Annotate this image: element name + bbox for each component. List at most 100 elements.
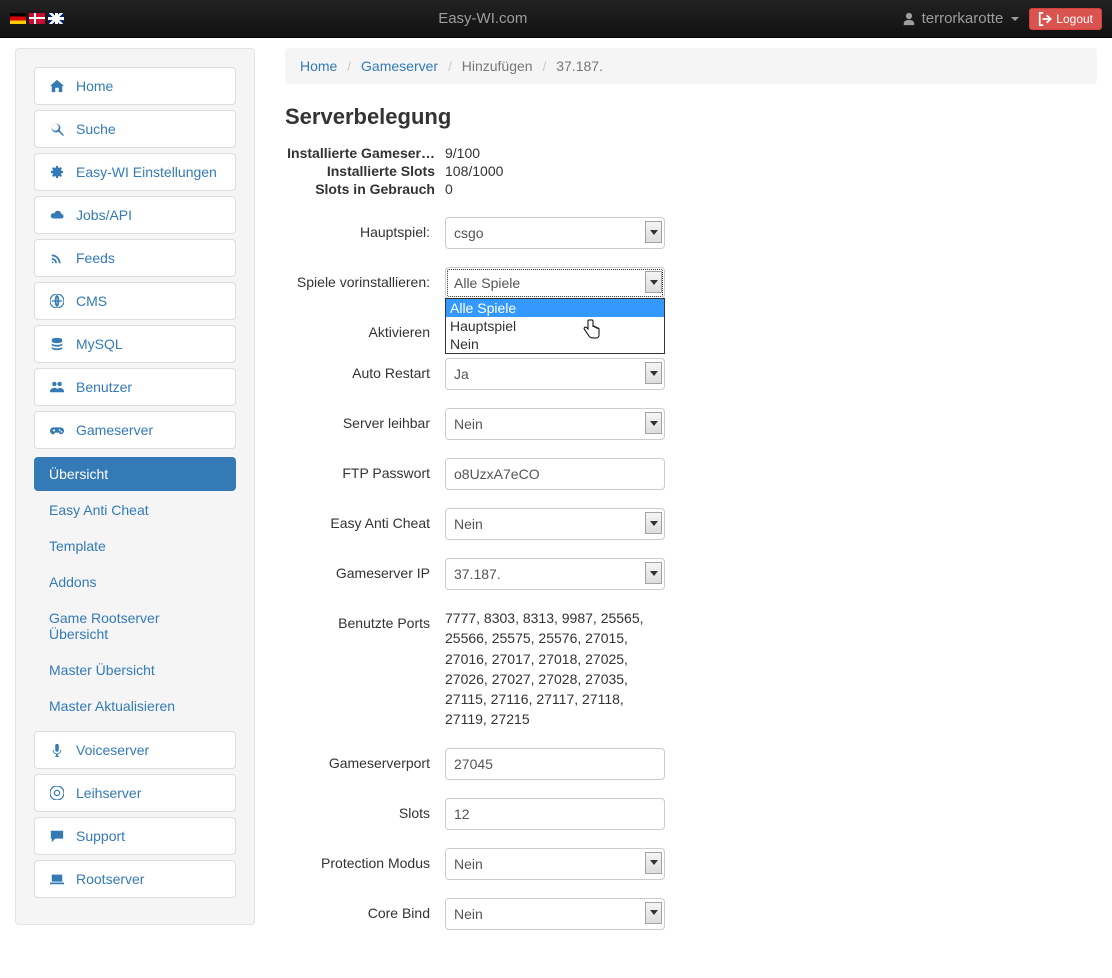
stat-slots-in-use-value: 0 [445,181,1097,197]
database-icon [50,337,64,351]
sidebar-item-label: CMS [76,293,107,309]
slots-label: Slots [285,798,445,821]
rss-icon [50,251,64,265]
sidebar-item-mysql[interactable]: MySQL [34,325,236,363]
logout-button[interactable]: Logout [1029,8,1102,30]
stat-installed-slots-value: 108/1000 [445,163,1097,179]
sidebar-item-leihserver[interactable]: Leihserver [34,774,236,812]
subnav-master-overview[interactable]: Master Übersicht [34,653,236,687]
flag-de-icon[interactable] [10,13,26,24]
gameserver-ip-select[interactable] [445,558,665,590]
page-title: Serverbelegung [285,104,1097,130]
gameserverport-label: Gameserverport [285,748,445,771]
subnav-template[interactable]: Template [34,529,236,563]
flag-uk-icon[interactable] [48,13,64,24]
ftp-password-label: FTP Passwort [285,458,445,481]
sidebar-item-home[interactable]: Home [34,67,236,105]
sidebar-item-label: Feeds [76,250,115,266]
eac-select[interactable] [445,508,665,540]
used-ports-value: 7777, 8303, 8313, 9987, 25565, 25566, 25… [445,608,655,730]
sidebar-item-label: MySQL [76,336,123,352]
stat-installed-gs-label: Installierte Gameser… [285,145,445,161]
gameserverport-input[interactable] [445,748,665,780]
slots-input[interactable] [445,798,665,830]
caret-down-icon [1011,17,1019,21]
gamepad-icon [50,423,64,437]
autorestart-select[interactable] [445,358,665,390]
subnav-master-update[interactable]: Master Aktualisieren [34,689,236,723]
preinstall-label: Spiele vorinstallieren: [285,267,445,290]
corebind-select[interactable] [445,898,665,930]
eac-label: Easy Anti Cheat [285,508,445,531]
cogs-icon [50,165,64,179]
sidebar-item-support[interactable]: Support [34,817,236,855]
logout-icon [1038,12,1052,26]
sidebar-item-label: Gameserver [76,422,153,438]
used-ports-label: Benutzte Ports [285,608,445,631]
comment-icon [50,829,64,843]
search-icon [50,122,64,136]
breadcrumb-separator: / [536,58,552,74]
sidebar-item-rootserver[interactable]: Rootserver [34,860,236,898]
stat-installed-slots-label: Installierte Slots [285,163,445,179]
server-stats: Installierte Gameser… 9/100 Installierte… [285,145,1097,197]
hauptspiel-label: Hauptspiel: [285,217,445,240]
sidebar-item-label: Suche [76,121,116,137]
sidebar-item-gameserver[interactable]: Gameserver [34,411,236,449]
sidebar-item-cms[interactable]: CMS [34,282,236,320]
hauptspiel-select[interactable] [445,217,665,249]
breadcrumb-separator: / [341,58,357,74]
sidebar-item-label: Voiceserver [76,742,149,758]
subnav-rootserver-overview[interactable]: Game Rootserver Übersicht [34,601,236,651]
breadcrumb-add: Hinzufügen [462,58,533,74]
sidebar-item-label: Home [76,78,113,94]
corebind-label: Core Bind [285,898,445,921]
ftp-password-input[interactable] [445,458,665,490]
gameserver-ip-label: Gameserver IP [285,558,445,581]
dropdown-option[interactable]: Nein [446,335,664,353]
leihbar-label: Server leihbar [285,408,445,431]
leihbar-select[interactable] [445,408,665,440]
aktivieren-label: Aktivieren [285,317,445,340]
dropdown-option[interactable]: Alle Spiele [446,299,664,317]
sidebar-item-search[interactable]: Suche [34,110,236,148]
logout-label: Logout [1056,12,1093,26]
mic-icon [50,743,64,757]
breadcrumb-gameserver[interactable]: Gameserver [361,58,438,74]
language-flags [10,13,64,24]
breadcrumb-ip: 37.187. [556,58,603,74]
brand-title[interactable]: Easy-WI.com [64,10,902,27]
subnav-addons[interactable]: Addons [34,565,236,599]
sidebar-item-settings[interactable]: Easy-WI Einstellungen [34,153,236,191]
sidebar-item-label: Benutzer [76,379,132,395]
sidebar-item-voiceserver[interactable]: Voiceserver [34,731,236,769]
protection-select[interactable] [445,848,665,880]
sidebar-gameserver-subnav: Übersicht Easy Anti Cheat Template Addon… [34,457,236,723]
home-icon [50,79,64,93]
sidebar-item-feeds[interactable]: Feeds [34,239,236,277]
dropdown-option[interactable]: Hauptspiel [446,317,664,335]
life-ring-icon [50,786,64,800]
flag-dk-icon[interactable] [29,13,45,24]
user-menu[interactable]: terrorkarotte [902,10,1020,27]
laptop-icon [50,872,64,886]
sidebar-item-jobs[interactable]: Jobs/API [34,196,236,234]
sidebar-item-label: Rootserver [76,871,144,887]
users-icon [50,380,64,394]
sidebar-item-label: Support [76,828,125,844]
stat-installed-gs-value: 9/100 [445,145,1097,161]
breadcrumb-separator: / [442,58,458,74]
preinstall-select[interactable] [445,267,665,299]
preinstall-dropdown: Alle Spiele Hauptspiel Nein [445,298,665,354]
username-label: terrorkarotte [922,10,1004,27]
sidebar-item-label: Leihserver [76,785,141,801]
subnav-overview[interactable]: Übersicht [34,457,236,491]
top-navbar: Easy-WI.com terrorkarotte Logout [0,0,1112,38]
breadcrumb-home[interactable]: Home [300,58,337,74]
subnav-eac[interactable]: Easy Anti Cheat [34,493,236,527]
sidebar-secondary-nav: Voiceserver Leihserver Support Rootserve… [34,731,236,898]
sidebar-item-users[interactable]: Benutzer [34,368,236,406]
cloud-icon [50,208,64,222]
autorestart-label: Auto Restart [285,358,445,381]
sidebar-item-label: Easy-WI Einstellungen [76,164,217,180]
